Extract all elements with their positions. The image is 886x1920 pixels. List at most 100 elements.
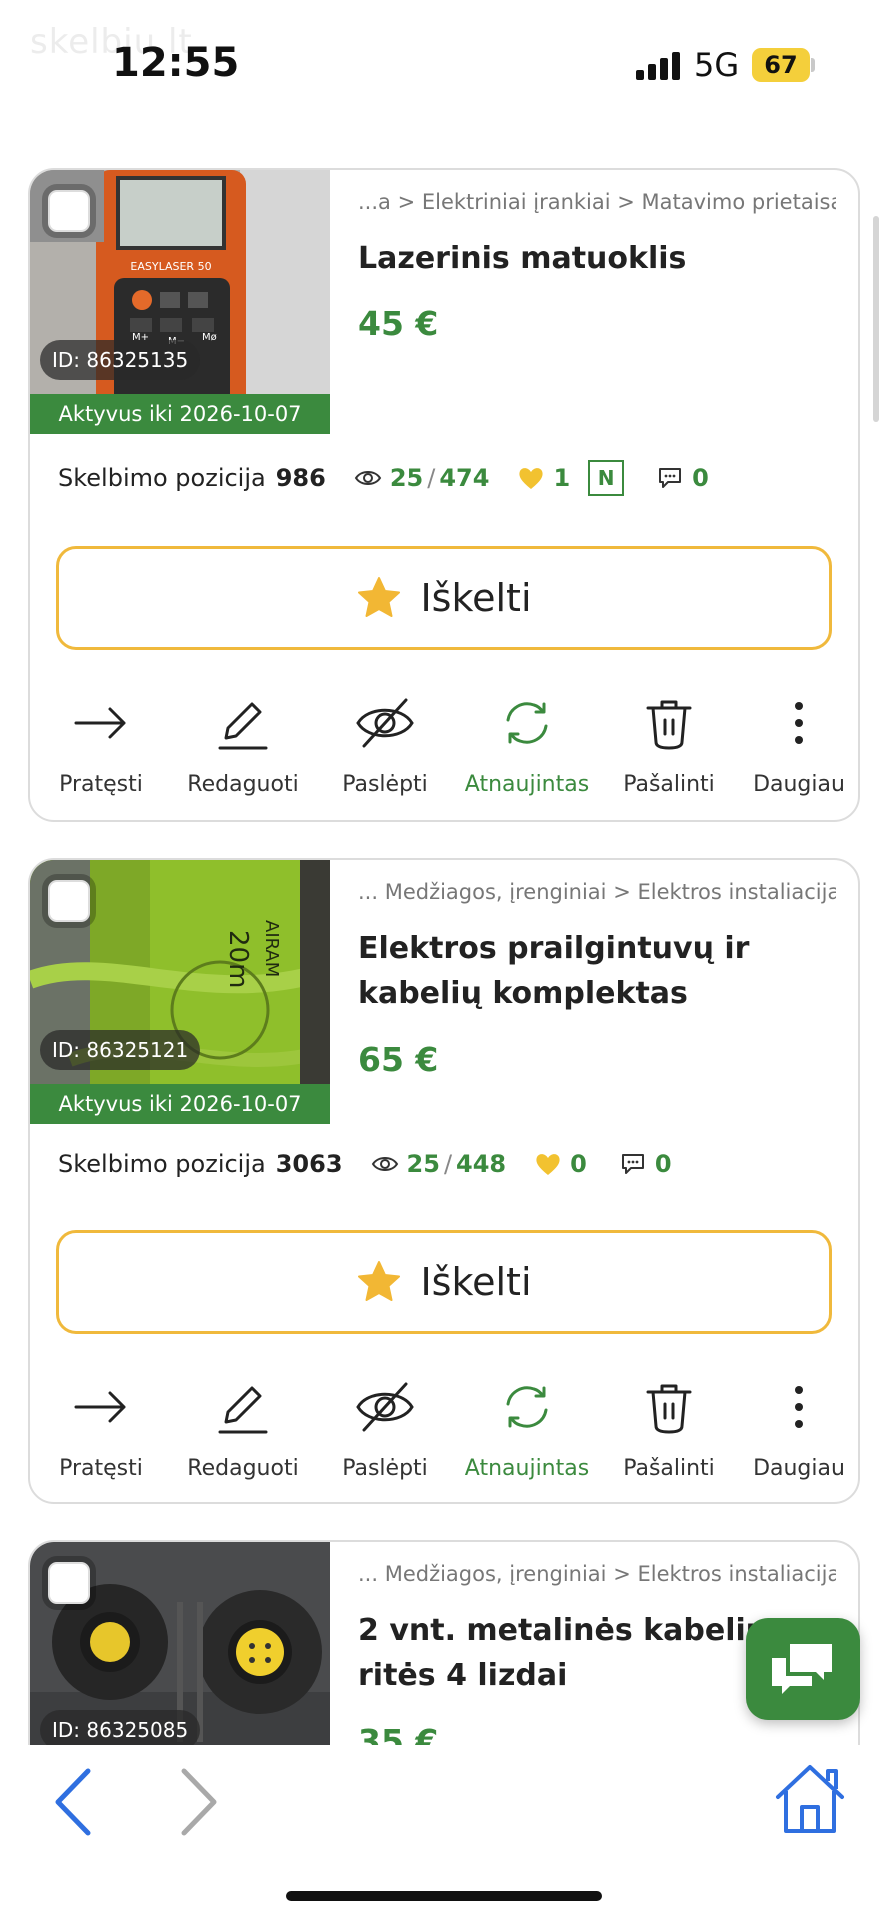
- refresh-icon: [506, 702, 548, 744]
- listing-title[interactable]: Lazerinis matuoklis: [358, 236, 838, 281]
- breadcrumb[interactable]: ... Medžiagos, įrenginiai > Elektros ins…: [358, 1562, 836, 1586]
- more-vertical-icon: [795, 702, 803, 744]
- more-label: Daugiau: [753, 1456, 845, 1481]
- chat-button[interactable]: [746, 1618, 860, 1720]
- home-indicator[interactable]: [286, 1891, 602, 1901]
- select-checkbox[interactable]: [48, 880, 90, 922]
- more-vertical-icon: [795, 1386, 803, 1428]
- listing-stats: Skelbimo pozicija 986 25 / 474 1 N 0: [58, 458, 709, 498]
- screen: skelbiu.lt 12:55 5G 67 EASYLASER 50 M+ M…: [0, 0, 886, 1920]
- listing-card[interactable]: ID: 86325085 ... Medžiagos, įrenginiai >…: [28, 1540, 860, 1745]
- remove-button[interactable]: Pašalinti: [598, 692, 740, 797]
- hide-button[interactable]: Paslėpti: [314, 692, 456, 797]
- likes-count: 1: [553, 464, 571, 492]
- heart-icon: [536, 1154, 560, 1175]
- breadcrumb[interactable]: ... Medžiagos, įrenginiai > Elektros ins…: [358, 880, 836, 904]
- remove-button[interactable]: Pašalinti: [598, 1376, 740, 1481]
- pencil-icon: [218, 1386, 268, 1434]
- select-checkbox[interactable]: [48, 1562, 90, 1604]
- svg-text:AIRAM: AIRAM: [261, 920, 282, 977]
- edit-label: Redaguoti: [187, 772, 299, 797]
- views-today: 25: [406, 1150, 440, 1178]
- views-separator: /: [427, 464, 436, 492]
- listing-thumbnail[interactable]: ID: 86325085: [30, 1542, 330, 1745]
- views-total: 448: [456, 1150, 507, 1178]
- eye-off-icon: [356, 698, 414, 748]
- likes-count: 0: [570, 1150, 587, 1178]
- listing-price: 65 €: [358, 1040, 439, 1079]
- edit-label: Redaguoti: [187, 1456, 299, 1481]
- battery-indicator: 67: [752, 48, 810, 82]
- listing-price: 45 €: [358, 304, 439, 343]
- new-badge: N: [588, 460, 625, 496]
- select-checkbox[interactable]: [48, 190, 90, 232]
- eye-icon: [354, 471, 382, 485]
- position-label: Skelbimo pozicija: [58, 1150, 266, 1178]
- browser-toolbar: [0, 1745, 886, 1920]
- arrow-right-icon: [74, 707, 126, 739]
- back-icon[interactable]: [50, 1767, 96, 1837]
- home-icon[interactable]: [772, 1761, 848, 1837]
- extend-label: Pratęsti: [59, 1456, 143, 1481]
- svg-text:Mø: Mø: [202, 332, 217, 343]
- active-until-bar: Aktyvus iki 2026-10-07: [30, 394, 330, 434]
- renewed-button[interactable]: Atnaujintas: [456, 692, 598, 797]
- forward-icon[interactable]: [176, 1767, 222, 1837]
- star-icon: [358, 1261, 401, 1301]
- signal-icon: [636, 50, 682, 80]
- listing-card[interactable]: EASYLASER 50 M+ M− Mø ID: 86325135 Aktyv…: [28, 168, 860, 822]
- remove-label: Pašalinti: [623, 1456, 715, 1481]
- promote-label: Iškelti: [420, 576, 532, 620]
- listing-price: 35 €: [358, 1722, 439, 1745]
- more-label: Daugiau: [753, 772, 845, 797]
- renewed-label: Atnaujintas: [464, 1456, 590, 1481]
- extend-label: Pratęsti: [59, 772, 143, 797]
- active-until-bar: Aktyvus iki 2026-10-07: [30, 1084, 330, 1124]
- more-button[interactable]: Daugiau: [736, 692, 858, 797]
- clock: 12:55: [112, 40, 240, 86]
- star-icon: [358, 577, 401, 617]
- svg-text:20m: 20m: [223, 930, 253, 988]
- comment-icon: [659, 468, 682, 488]
- listing-thumbnail[interactable]: 20m AIRAM ID: 86325121 Aktyvus iki 2026-…: [30, 860, 330, 1124]
- promote-button[interactable]: Iškelti: [56, 1230, 832, 1334]
- trash-icon: [646, 1384, 692, 1434]
- edit-button[interactable]: Redaguoti: [172, 692, 314, 797]
- extend-button[interactable]: Pratęsti: [30, 1376, 172, 1481]
- listing-id-badge: ID: 86325135: [40, 340, 201, 380]
- extend-button[interactable]: Pratęsti: [30, 692, 172, 797]
- listing-title[interactable]: Elektros prailgintuvų ir kabelių komplek…: [358, 926, 838, 1016]
- messages-count: 0: [654, 1150, 672, 1178]
- edit-button[interactable]: Redaguoti: [172, 1376, 314, 1481]
- position-value: 986: [275, 464, 326, 492]
- arrow-right-icon: [74, 1391, 126, 1423]
- renewed-button[interactable]: Atnaujintas: [456, 1376, 598, 1481]
- network-type: 5G: [694, 46, 740, 84]
- listing-id-badge: ID: 86325085: [40, 1710, 201, 1745]
- hide-button[interactable]: Paslėpti: [314, 1376, 456, 1481]
- promote-button[interactable]: Iškelti: [56, 546, 832, 650]
- scrollbar[interactable]: [873, 216, 879, 422]
- views-today: 25: [389, 464, 424, 492]
- battery-nub: [811, 58, 815, 72]
- listing-actions: Pratęsti Redaguoti Paslėpti Atnaujintas …: [30, 1376, 858, 1492]
- remove-label: Pašalinti: [623, 772, 715, 797]
- listing-stats: Skelbimo pozicija 3063 25 / 448 0 0: [58, 1144, 672, 1184]
- status-bar: skelbiu.lt 12:55 5G 67: [0, 0, 886, 120]
- trash-icon: [646, 700, 692, 750]
- listing-card[interactable]: 20m AIRAM ID: 86325121 Aktyvus iki 2026-…: [28, 858, 860, 1504]
- position-value: 3063: [275, 1150, 343, 1178]
- hide-label: Paslėpti: [342, 1456, 428, 1481]
- comment-icon: [621, 1154, 644, 1174]
- eye-off-icon: [356, 1382, 414, 1432]
- promote-label: Iškelti: [420, 1260, 532, 1304]
- renewed-label: Atnaujintas: [464, 772, 590, 797]
- eye-icon: [371, 1157, 398, 1171]
- listing-thumbnail[interactable]: EASYLASER 50 M+ M− Mø ID: 86325135 Aktyv…: [30, 170, 330, 434]
- more-button[interactable]: Daugiau: [736, 1376, 858, 1481]
- listing-actions: Pratęsti Redaguoti Paslėpti Atnaujintas …: [30, 692, 858, 808]
- refresh-icon: [506, 1386, 548, 1428]
- views-separator: /: [443, 1150, 453, 1178]
- listings-list[interactable]: EASYLASER 50 M+ M− Mø ID: 86325135 Aktyv…: [0, 120, 886, 1745]
- breadcrumb[interactable]: ...a > Elektriniai įrankiai > Matavimo p…: [358, 190, 836, 214]
